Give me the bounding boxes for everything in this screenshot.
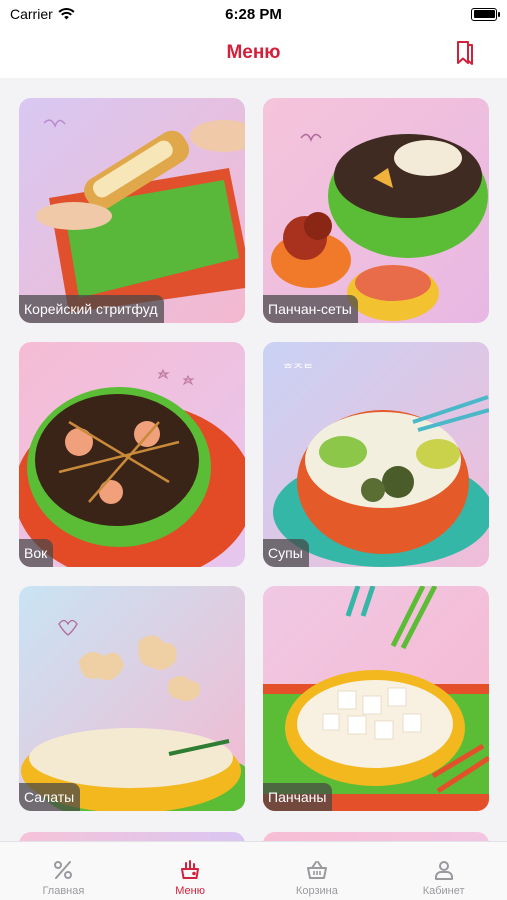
banchans-image [263,586,489,811]
tab-menu[interactable]: Меню [127,842,254,900]
category-grid: Корейский стритфуд Панчан-сеты Вок ᄒᄌᄐ С… [0,78,507,811]
wok-image [19,342,245,567]
category-label: Панчан-сеты [263,295,358,323]
status-time: 6:28 PM [225,5,282,23]
tab-label: Главная [42,885,85,897]
category-label: Вок [19,539,54,567]
status-left: Carrier [10,6,75,22]
battery-level [473,10,495,18]
tab-bar: Главная Меню Корзина Кабинет [0,841,507,900]
svg-text:ᄒᄌᄐ: ᄒᄌᄐ [283,362,313,375]
tab-label: Корзина [295,885,338,897]
category-card-wok[interactable]: Вок [19,342,245,567]
wifi-icon [58,8,75,20]
category-label: Супы [263,539,309,567]
percent-icon [54,861,73,879]
battery-icon [471,7,500,21]
category-card-salads[interactable]: Салаты [19,586,245,811]
street-food-image [19,98,245,323]
category-label: Панчаны [263,783,333,811]
navigation-bar: Меню [0,28,507,78]
category-card-peek-right[interactable] [263,832,489,841]
status-bar: Carrier 6:28 PM [0,0,507,28]
category-card-banchan-sets[interactable]: Панчан-сеты [263,98,489,323]
carrier-label: Carrier [10,6,53,22]
category-label: Салаты [19,783,81,811]
soups-image: ᄒᄌᄐ [263,342,489,567]
category-label: Корейский стритфуд [19,295,164,323]
profile-icon [434,861,453,880]
tab-label: Меню [175,885,205,897]
tab-home[interactable]: Главная [0,842,127,900]
menu-bag-icon [181,860,200,879]
basket-icon [306,861,327,879]
category-card-banchans[interactable]: Панчаны [263,586,489,811]
menu-content[interactable]: Корейский стритфуд Панчан-сеты Вок ᄒᄌᄐ С… [0,78,507,841]
salads-image [19,586,245,811]
page-title: Меню [226,42,281,63]
category-card-soups[interactable]: ᄒᄌᄐ Супы [263,342,489,567]
bookmark-icon[interactable] [453,40,477,66]
category-card-street-food[interactable]: Корейский стритфуд [19,98,245,323]
banchan-sets-image [263,98,489,323]
tab-label: Кабинет [422,885,465,897]
category-card-peek-left[interactable] [19,832,245,841]
tab-profile[interactable]: Кабинет [380,842,507,900]
tab-cart[interactable]: Корзина [254,842,381,900]
